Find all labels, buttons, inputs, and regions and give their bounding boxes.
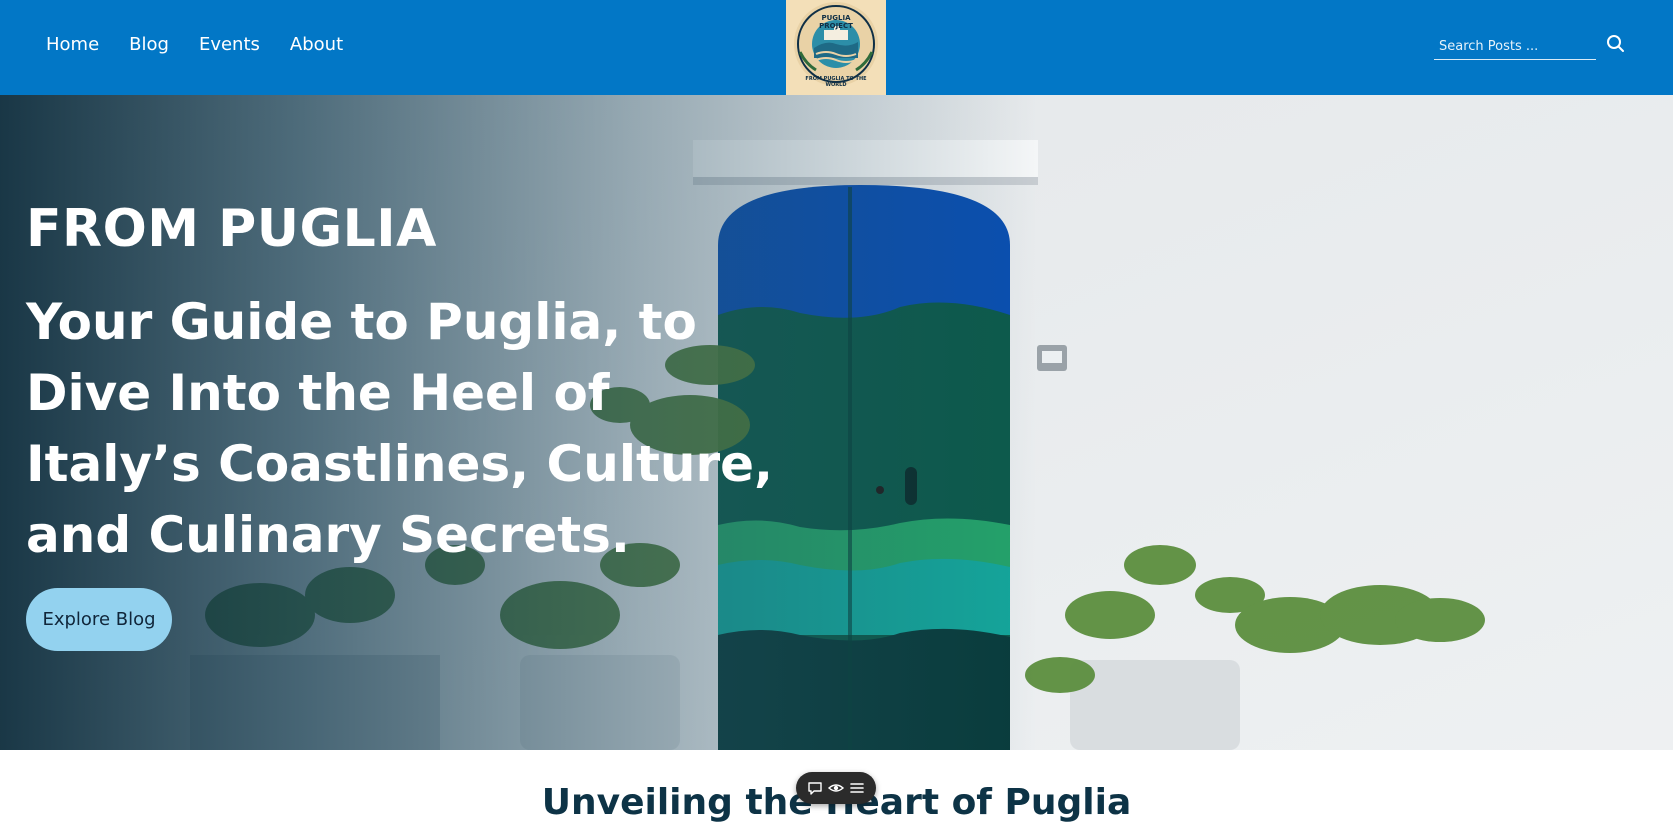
main-nav: Home Blog Events About xyxy=(46,34,373,55)
comment-icon[interactable] xyxy=(806,779,824,797)
nav-events-link[interactable]: Events xyxy=(199,34,260,55)
site-logo[interactable]: PUGLIA PROJECT FROM PUGLIA TO THE WORLD xyxy=(786,0,886,95)
explore-blog-button[interactable]: Explore Blog xyxy=(26,588,172,651)
hero-kicker: FROM PUGLIA xyxy=(26,199,437,259)
logo-text-bottom: FROM PUGLIA TO THE WORLD xyxy=(805,76,867,88)
search-button[interactable] xyxy=(1606,34,1626,54)
hero-section: FROM PUGLIA Your Guide to Puglia, to Div… xyxy=(0,95,1673,750)
logo-text-top: PUGLIA PROJECT xyxy=(819,14,853,30)
hero-title: Your Guide to Puglia, to Dive Into the H… xyxy=(26,293,774,564)
menu-icon[interactable] xyxy=(848,779,866,797)
search-icon xyxy=(1607,35,1624,52)
search-input[interactable] xyxy=(1434,34,1596,58)
nav-about-link[interactable]: About xyxy=(290,34,343,55)
search-field-container xyxy=(1434,34,1596,60)
eye-icon[interactable] xyxy=(827,779,845,797)
site-header: Home Blog Events About PUGLIA PROJECT FR… xyxy=(0,0,1673,95)
nav-blog-link[interactable]: Blog xyxy=(129,34,169,55)
nav-home-link[interactable]: Home xyxy=(46,34,99,55)
floating-toolbar xyxy=(796,772,876,804)
